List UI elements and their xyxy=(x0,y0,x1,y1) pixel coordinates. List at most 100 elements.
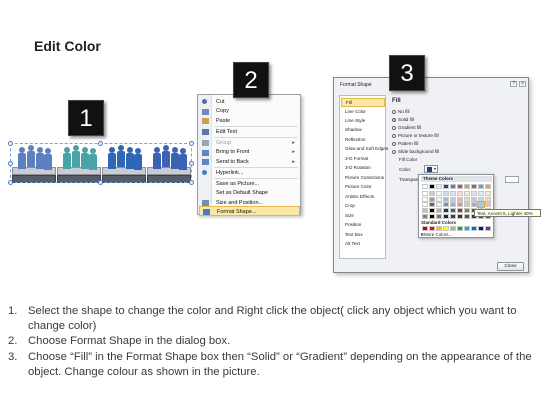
radio-button[interactable] xyxy=(392,109,396,114)
radio-gradient-fill[interactable]: Gradient fill xyxy=(392,125,421,132)
color-swatch[interactable] xyxy=(422,213,428,219)
color-swatch[interactable] xyxy=(464,184,470,189)
menu-item-hyperlink[interactable]: Hyperlink... xyxy=(199,168,300,178)
nav-item-3d-rotation[interactable]: 3-D Rotation xyxy=(341,164,385,173)
color-swatch[interactable] xyxy=(464,207,470,213)
nav-item-text-box[interactable]: Text Box xyxy=(341,231,385,240)
color-swatch[interactable] xyxy=(443,184,449,189)
color-swatch[interactable] xyxy=(485,202,491,208)
color-swatch[interactable] xyxy=(436,196,442,202)
transparency-input[interactable] xyxy=(505,176,519,183)
color-swatch[interactable] xyxy=(443,207,449,213)
color-swatch[interactable] xyxy=(429,196,435,202)
color-swatch[interactable] xyxy=(471,202,477,208)
menu-item-save-as-picture[interactable]: Save as Picture... xyxy=(199,179,300,189)
resize-handle[interactable] xyxy=(8,141,13,146)
nav-item-size[interactable]: Size xyxy=(341,212,385,221)
selected-shape-group[interactable] xyxy=(8,141,194,185)
color-swatch[interactable] xyxy=(450,196,456,202)
color-swatch[interactable] xyxy=(436,191,442,197)
color-swatch[interactable] xyxy=(443,196,449,202)
menu-item-format-shape[interactable]: Format Shape... xyxy=(199,206,300,216)
radio-pattern-fill[interactable]: Pattern fill xyxy=(392,141,418,148)
color-swatch[interactable] xyxy=(443,191,449,197)
menu-item-paste[interactable]: Paste xyxy=(199,116,300,126)
color-swatch[interactable] xyxy=(429,213,435,219)
color-swatch[interactable] xyxy=(464,213,470,219)
nav-item-picture-corrections[interactable]: Picture Corrections xyxy=(341,174,385,183)
color-picker-button[interactable]: ▾ xyxy=(424,165,438,173)
color-swatch[interactable] xyxy=(457,226,463,231)
color-swatch[interactable] xyxy=(471,226,477,231)
nav-item-glow[interactable]: Glow and Soft Edges xyxy=(341,145,388,154)
color-swatch[interactable] xyxy=(450,207,456,213)
radio-button[interactable] xyxy=(392,141,396,146)
color-swatch[interactable] xyxy=(429,207,435,213)
color-swatch[interactable] xyxy=(464,191,470,197)
color-swatch[interactable] xyxy=(422,191,428,197)
resize-handle[interactable] xyxy=(189,161,194,166)
color-swatch[interactable] xyxy=(429,184,435,189)
color-swatch[interactable] xyxy=(443,213,449,219)
resize-handle[interactable] xyxy=(189,180,194,185)
color-swatch[interactable] xyxy=(471,184,477,189)
color-swatch[interactable] xyxy=(457,213,463,219)
color-swatch[interactable] xyxy=(485,184,491,189)
color-swatch[interactable] xyxy=(477,201,485,209)
color-swatch[interactable] xyxy=(443,226,449,231)
color-swatch[interactable] xyxy=(422,207,428,213)
color-swatch[interactable] xyxy=(478,191,484,197)
color-swatch[interactable] xyxy=(478,226,484,231)
color-swatch[interactable] xyxy=(478,184,484,189)
color-swatch[interactable] xyxy=(429,226,435,231)
menu-item-bring-to-front[interactable]: Bring to Front ▸ xyxy=(199,148,300,158)
menu-item-send-to-back[interactable]: Send to Back ▸ xyxy=(199,157,300,167)
close-button[interactable]: Close xyxy=(497,262,524,271)
nav-item-crop[interactable]: Crop xyxy=(341,202,385,211)
color-swatch[interactable] xyxy=(457,202,463,208)
color-swatch[interactable] xyxy=(429,191,435,197)
resize-handle[interactable] xyxy=(98,141,103,146)
nav-item-fill[interactable]: Fill xyxy=(341,98,385,107)
nav-item-3d-format[interactable]: 3-D Format xyxy=(341,155,385,164)
radio-slide-background-fill[interactable]: Slide background fill xyxy=(392,149,439,156)
color-swatch[interactable] xyxy=(478,196,484,202)
help-icon[interactable]: ? xyxy=(510,81,517,87)
color-swatch[interactable] xyxy=(485,226,491,231)
color-swatch[interactable] xyxy=(436,202,442,208)
color-swatch[interactable] xyxy=(422,202,428,208)
color-swatch[interactable] xyxy=(471,191,477,197)
color-swatch[interactable] xyxy=(464,226,470,231)
color-swatch[interactable] xyxy=(485,191,491,197)
radio-button[interactable] xyxy=(392,117,396,122)
more-colors-link[interactable]: More Colors... xyxy=(424,232,452,237)
radio-picture-fill[interactable]: Picture or texture fill xyxy=(392,133,439,140)
color-swatch[interactable] xyxy=(422,226,428,231)
radio-button[interactable] xyxy=(392,149,396,154)
nav-item-shadow[interactable]: Shadow xyxy=(341,126,385,135)
nav-item-line-style[interactable]: Line Style xyxy=(341,117,385,126)
nav-item-picture-color[interactable]: Picture Color xyxy=(341,183,385,192)
resize-handle[interactable] xyxy=(189,141,194,146)
color-swatch[interactable] xyxy=(450,191,456,197)
radio-solid-fill[interactable]: Solid fill xyxy=(392,117,414,124)
radio-no-fill[interactable]: No fill xyxy=(392,109,410,116)
color-swatch[interactable] xyxy=(457,207,463,213)
color-swatch[interactable] xyxy=(436,213,442,219)
radio-button[interactable] xyxy=(392,133,396,138)
color-swatch[interactable] xyxy=(450,202,456,208)
color-swatch[interactable] xyxy=(443,202,449,208)
resize-handle[interactable] xyxy=(8,161,13,166)
color-swatch[interactable] xyxy=(450,213,456,219)
resize-handle[interactable] xyxy=(98,180,103,185)
color-swatch[interactable] xyxy=(457,191,463,197)
color-swatch[interactable] xyxy=(457,184,463,189)
menu-item-copy[interactable]: Copy xyxy=(199,107,300,117)
nav-item-line-color[interactable]: Line Color xyxy=(341,108,385,117)
nav-item-reflection[interactable]: Reflection xyxy=(341,136,385,145)
color-swatch[interactable] xyxy=(450,184,456,189)
menu-item-edit-text[interactable]: Edit Text xyxy=(199,127,300,137)
resize-handle[interactable] xyxy=(8,180,13,185)
nav-item-alt-text[interactable]: Alt Text xyxy=(341,240,385,249)
radio-button[interactable] xyxy=(392,125,396,130)
